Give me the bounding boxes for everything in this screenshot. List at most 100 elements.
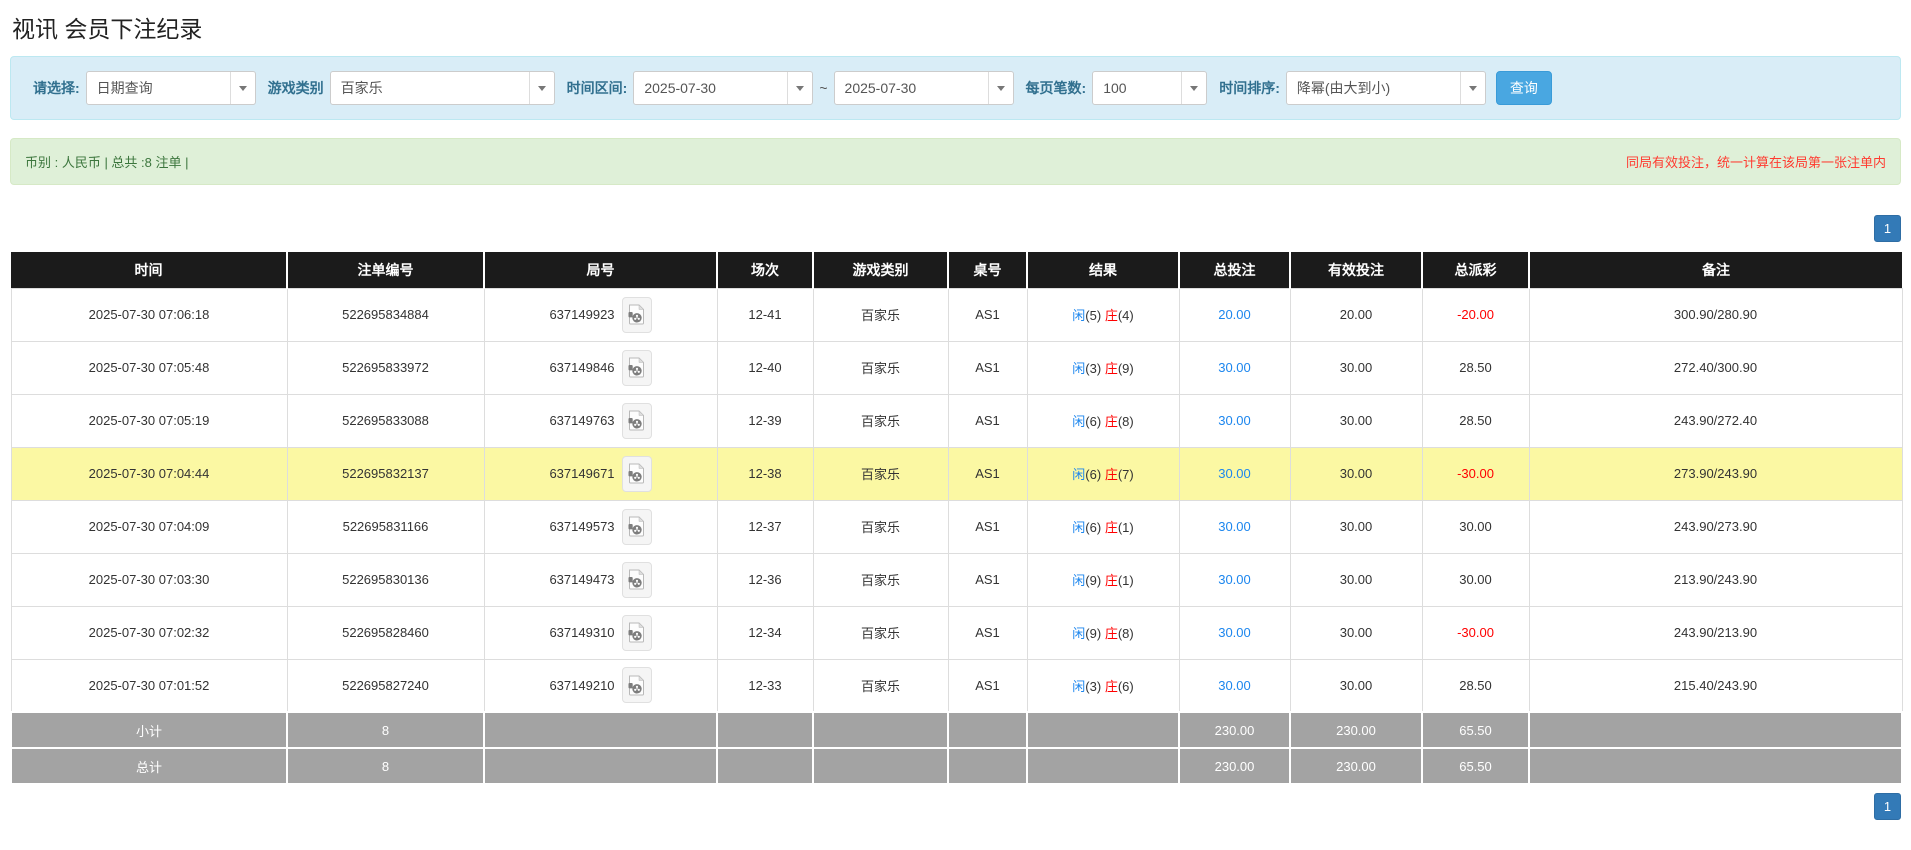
video-replay-button[interactable] xyxy=(622,297,652,333)
cell-payout: 28.50 xyxy=(1422,394,1529,447)
column-header: 备注 xyxy=(1529,252,1902,288)
cell-total-bet: 30.00 xyxy=(1179,394,1290,447)
game-category-label: 游戏类别 xyxy=(268,78,324,98)
cell-payout: -30.00 xyxy=(1422,447,1529,500)
cell-table-no: AS1 xyxy=(948,447,1027,500)
video-replay-button[interactable] xyxy=(622,403,652,439)
result-banker-value: (1) xyxy=(1118,573,1134,588)
footer-empty-cell xyxy=(717,748,813,784)
cell-bet-id: 522695832137 xyxy=(287,447,484,500)
cell-round-id: 637149473 xyxy=(484,553,717,606)
cell-time: 2025-07-30 07:04:09 xyxy=(11,500,287,553)
search-button[interactable]: 查询 xyxy=(1496,71,1552,105)
cell-remark: 272.40/300.90 xyxy=(1529,341,1902,394)
video-replay-button[interactable] xyxy=(622,456,652,492)
footer-empty-cell xyxy=(1027,712,1179,748)
result-player-label: 闲 xyxy=(1072,467,1085,482)
summary-bar: 币别 : 人民币 | 总共 :8 注单 | 同局有效投注，统一计算在该局第一张注… xyxy=(10,138,1901,185)
date-range-separator: ~ xyxy=(819,80,827,96)
summary-notice-text: 同局有效投注，统一计算在该局第一张注单内 xyxy=(1626,152,1886,171)
cell-time: 2025-07-30 07:04:44 xyxy=(11,447,287,500)
subtotal-row: 小计8230.00230.0065.50 xyxy=(11,712,1902,748)
table-row: 2025-07-30 07:03:30522695830136637149473… xyxy=(11,553,1902,606)
page-1-button[interactable]: 1 xyxy=(1874,215,1901,242)
footer-total-bet: 230.00 xyxy=(1179,712,1290,748)
footer-empty-cell xyxy=(484,748,717,784)
cell-result: 闲(3) 庄(9) xyxy=(1027,341,1179,394)
footer-count: 8 xyxy=(287,748,484,784)
result-player-value: (9) xyxy=(1085,626,1101,641)
video-replay-button[interactable] xyxy=(622,350,652,386)
cell-round-id: 637149310 xyxy=(484,606,717,659)
round-id-text: 637149923 xyxy=(549,307,614,322)
cell-table-no: AS1 xyxy=(948,500,1027,553)
cell-valid-bet: 30.00 xyxy=(1290,606,1422,659)
column-header: 总派彩 xyxy=(1422,252,1529,288)
film-file-icon xyxy=(628,304,645,325)
result-banker-label: 庄 xyxy=(1105,520,1118,535)
cell-time: 2025-07-30 07:05:19 xyxy=(11,394,287,447)
cell-remark: 213.90/243.90 xyxy=(1529,553,1902,606)
table-row: 2025-07-30 07:04:09522695831166637149573… xyxy=(11,500,1902,553)
time-sort-value: 降幂(由大到小) xyxy=(1287,78,1460,98)
game-category-select[interactable]: 百家乐 xyxy=(330,71,555,105)
cell-result: 闲(6) 庄(1) xyxy=(1027,500,1179,553)
cell-total-bet: 20.00 xyxy=(1179,288,1290,341)
result-player-value: (9) xyxy=(1085,573,1101,588)
page-title: 视讯 会员下注纪录 xyxy=(12,10,1911,44)
time-sort-select[interactable]: 降幂(由大到小) xyxy=(1286,71,1486,105)
footer-empty-cell xyxy=(484,712,717,748)
cell-payout: 28.50 xyxy=(1422,341,1529,394)
footer-empty-cell xyxy=(717,712,813,748)
result-player-label: 闲 xyxy=(1072,679,1085,694)
date-from-select[interactable]: 2025-07-30 xyxy=(633,71,813,105)
result-banker-value: (8) xyxy=(1118,414,1134,429)
table-row: 2025-07-30 07:02:32522695828460637149310… xyxy=(11,606,1902,659)
cell-valid-bet: 20.00 xyxy=(1290,288,1422,341)
query-type-select[interactable]: 日期查询 xyxy=(86,71,256,105)
video-replay-button[interactable] xyxy=(622,562,652,598)
table-row: 2025-07-30 07:05:19522695833088637149763… xyxy=(11,394,1902,447)
round-id-text: 637149671 xyxy=(549,466,614,481)
cell-total-bet: 30.00 xyxy=(1179,553,1290,606)
cell-time: 2025-07-30 07:06:18 xyxy=(11,288,287,341)
result-player-value: (3) xyxy=(1085,361,1101,376)
game-category-value: 百家乐 xyxy=(331,78,529,98)
footer-payout: 65.50 xyxy=(1422,748,1529,784)
column-header: 有效投注 xyxy=(1290,252,1422,288)
page-1-button[interactable]: 1 xyxy=(1874,793,1901,820)
video-replay-button[interactable] xyxy=(622,509,652,545)
cell-result: 闲(3) 庄(6) xyxy=(1027,659,1179,712)
cell-result: 闲(9) 庄(1) xyxy=(1027,553,1179,606)
cell-result: 闲(6) 庄(7) xyxy=(1027,447,1179,500)
chevron-down-icon xyxy=(787,72,812,104)
cell-payout: 30.00 xyxy=(1422,553,1529,606)
video-replay-button[interactable] xyxy=(622,615,652,651)
footer-empty-cell xyxy=(813,748,948,784)
column-header: 时间 xyxy=(11,252,287,288)
cell-round-id: 637149210 xyxy=(484,659,717,712)
bet-records-table: 时间注单编号局号场次游戏类别桌号结果总投注有效投注总派彩备注 2025-07-3… xyxy=(10,252,1903,785)
result-banker-value: (9) xyxy=(1118,361,1134,376)
film-file-icon xyxy=(628,357,645,378)
result-banker-label: 庄 xyxy=(1105,414,1118,429)
round-id-text: 637149846 xyxy=(549,360,614,375)
cell-remark: 215.40/243.90 xyxy=(1529,659,1902,712)
chevron-down-icon xyxy=(529,72,554,104)
cell-payout: -30.00 xyxy=(1422,606,1529,659)
cell-bet-id: 522695830136 xyxy=(287,553,484,606)
date-to-select[interactable]: 2025-07-30 xyxy=(834,71,1014,105)
table-body: 2025-07-30 07:06:18522695834884637149923… xyxy=(11,288,1902,784)
column-header: 游戏类别 xyxy=(813,252,948,288)
column-header: 局号 xyxy=(484,252,717,288)
video-replay-button[interactable] xyxy=(622,667,652,703)
date-from-value: 2025-07-30 xyxy=(634,80,787,96)
time-sort-label: 时间排序: xyxy=(1219,78,1280,98)
page-size-select[interactable]: 100 xyxy=(1092,71,1207,105)
round-id-text: 637149763 xyxy=(549,413,614,428)
result-player-value: (3) xyxy=(1085,679,1101,694)
table-row: 2025-07-30 07:05:48522695833972637149846… xyxy=(11,341,1902,394)
result-banker-label: 庄 xyxy=(1105,308,1118,323)
cell-valid-bet: 30.00 xyxy=(1290,447,1422,500)
footer-total-bet: 230.00 xyxy=(1179,748,1290,784)
